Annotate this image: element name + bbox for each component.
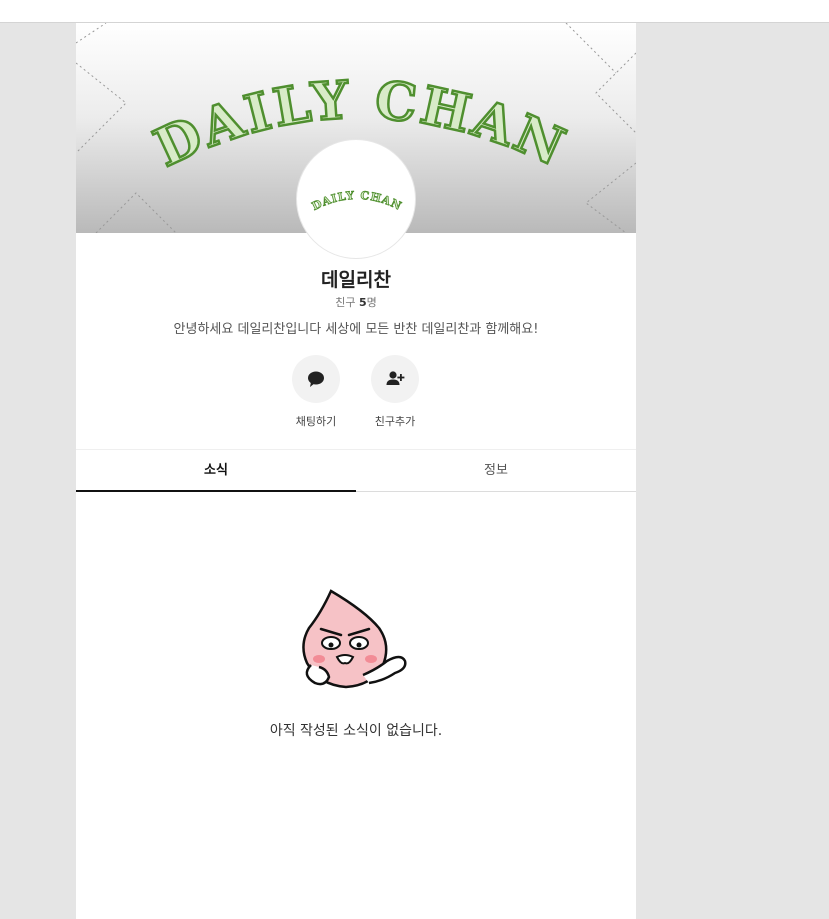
empty-state-illustration — [291, 583, 421, 697]
friend-count-prefix: 친구 — [335, 296, 359, 309]
chat-bubble-icon — [308, 371, 324, 387]
add-friend-button-label: 친구추가 — [374, 415, 416, 428]
avatar-brand-text: DAILY CHAN — [309, 189, 403, 214]
chat-button-label: 채팅하기 — [295, 415, 337, 428]
add-friend-button[interactable]: 친구추가 — [363, 355, 427, 429]
svg-text:DAILY CHAN: DAILY CHAN — [310, 189, 404, 213]
browser-top-bar — [0, 0, 829, 23]
empty-state-message: 아직 작성된 소식이 없습니다. — [269, 723, 443, 739]
profile-description: 안녕하세요 데일리찬입니다 세상에 모든 반찬 데일리찬과 함께해요! — [173, 322, 539, 337]
add-friend-icon — [386, 371, 405, 385]
friend-count-number: 5 — [358, 296, 367, 309]
profile-name: 데일리찬 — [321, 269, 391, 291]
profile-avatar[interactable]: DAILY CHAN — [296, 139, 416, 259]
peach-character-icon — [302, 589, 407, 689]
chat-button[interactable]: 채팅하기 — [284, 355, 348, 429]
profile-panel: DAILY CHAN DAILY CHAN 데일리찬 친구 5명 안녕하세요 데… — [76, 23, 636, 919]
friend-count: 친구 5명 — [76, 294, 636, 310]
chat-button-circle[interactable] — [292, 355, 340, 403]
tab-news[interactable]: 소식 — [76, 450, 356, 492]
tab-info[interactable]: 정보 — [356, 450, 636, 492]
friend-count-suffix: 명 — [366, 296, 377, 309]
avatar-art: DAILY CHAN — [309, 189, 404, 214]
profile-tabs: 소식 정보 — [76, 449, 636, 492]
add-friend-button-circle[interactable] — [371, 355, 419, 403]
